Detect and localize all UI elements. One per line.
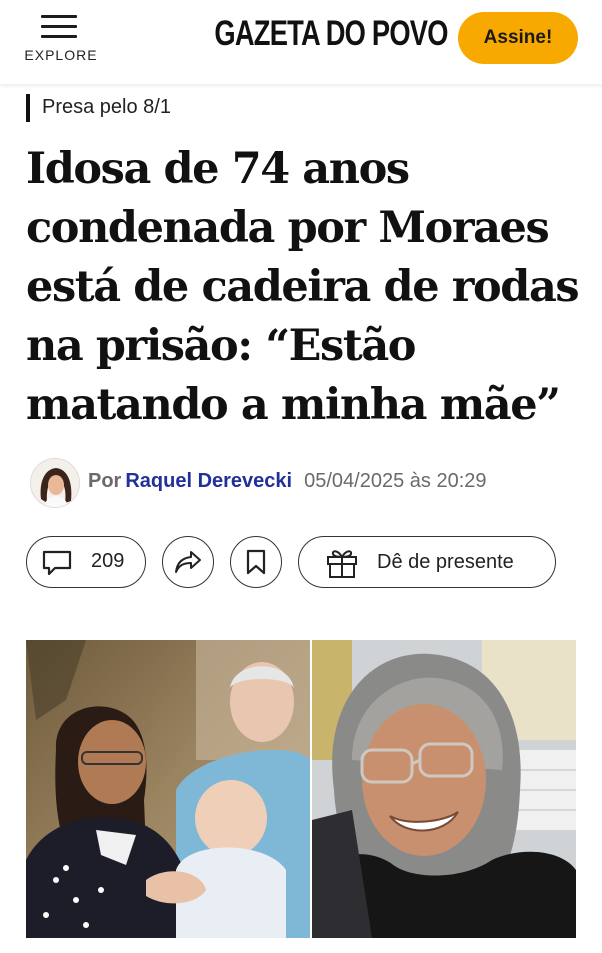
- byline: Por Raquel Derevecki 05/04/2025 às 20:29: [88, 470, 487, 493]
- byline-prefix: Por: [88, 470, 122, 492]
- bookmark-icon: [246, 549, 266, 575]
- article-headline: Idosa de 74 anos condenada por Moraes es…: [26, 144, 580, 430]
- author-name-link[interactable]: Raquel Derevecki: [125, 470, 292, 492]
- publish-date: 05/04/2025 às 20:29: [304, 470, 487, 492]
- explore-menu-button[interactable]: EXPLORE: [24, 14, 98, 70]
- share-icon: [175, 551, 201, 573]
- gift-icon: [327, 550, 357, 578]
- explore-label: EXPLORE: [24, 47, 98, 63]
- article-photo-family[interactable]: [26, 640, 310, 938]
- author-row: Por Raquel Derevecki 05/04/2025 às 20:29: [30, 458, 590, 510]
- gift-label: Dê de presente: [377, 551, 514, 573]
- hamburger-menu-icon: [41, 15, 77, 39]
- article-photo-portrait[interactable]: [312, 640, 576, 938]
- article-kicker[interactable]: Presa pelo 8/1: [26, 94, 171, 122]
- subscribe-button[interactable]: Assine!: [458, 12, 578, 64]
- save-button[interactable]: [230, 536, 282, 588]
- gift-button[interactable]: Dê de presente: [298, 536, 556, 588]
- author-avatar[interactable]: [30, 458, 80, 508]
- top-header: EXPLORE GAZETA DO POVO Assine!: [0, 0, 602, 84]
- comment-icon: [42, 550, 72, 576]
- share-button[interactable]: [162, 536, 214, 588]
- site-logo[interactable]: GAZETA DO POVO: [214, 12, 448, 56]
- comments-button[interactable]: 209: [26, 536, 146, 588]
- comments-count: 209: [91, 550, 125, 572]
